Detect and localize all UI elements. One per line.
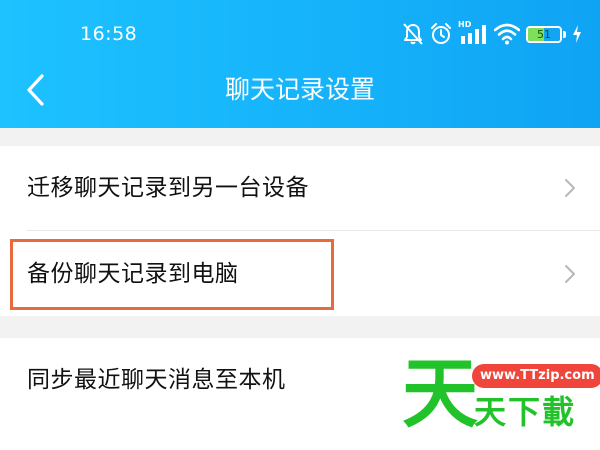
status-time: 16:58 (80, 23, 138, 45)
bell-off-icon (402, 22, 424, 46)
sync-recent-messages-label: 同步最近聊天消息至本机 (27, 367, 286, 393)
migrate-chat-history-label: 迁移聊天记录到另一台设备 (27, 175, 309, 201)
watermark-logo-char: 天 (402, 349, 478, 438)
migrate-chat-history-item[interactable]: 迁移聊天记录到另一台设备 (0, 146, 600, 230)
battery-icon: 51 (526, 25, 562, 43)
watermark-url: www.TTzip.com (472, 364, 600, 388)
page-title: 聊天记录设置 (224, 75, 375, 104)
highlight-box (10, 239, 334, 310)
battery-tip (563, 30, 566, 38)
app-header: 16:58 HD 51 聊天记录设置 (0, 0, 600, 128)
nav-bar: 聊天记录设置 (0, 62, 600, 118)
watermark-text: 天下載 (474, 393, 577, 431)
status-icons: HD 51 (402, 19, 582, 49)
wifi-icon (494, 23, 520, 45)
alarm-icon (430, 22, 452, 46)
hd-signal-icon: HD (458, 20, 488, 46)
chevron-right-icon (565, 265, 575, 283)
status-bar: 16:58 HD 51 (0, 0, 600, 62)
chevron-right-icon (565, 179, 575, 197)
battery-level: 51 (537, 27, 551, 41)
charging-icon (572, 24, 582, 44)
divider (27, 230, 600, 231)
site-watermark: 天 www.TTzip.com 天下載 (396, 349, 600, 438)
